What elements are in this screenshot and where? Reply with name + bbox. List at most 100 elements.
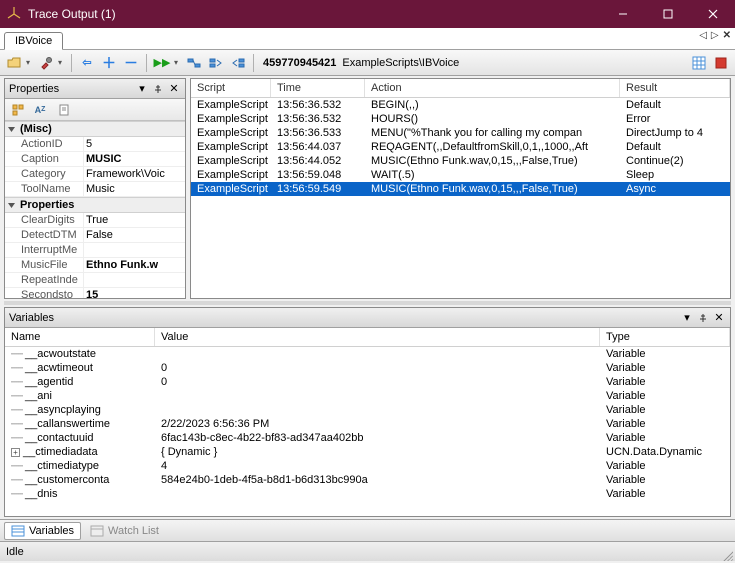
variable-row[interactable]: ⋯⋯__customerconta584e24b0-1deb-4f5a-b8d1… [5, 473, 730, 487]
properties-panel: Properties ▾ ✕ AZ (Misc)ActionID5Caption… [4, 78, 186, 299]
variables-header-row: Name Value Type [5, 328, 730, 347]
col-var-name[interactable]: Name [5, 328, 155, 346]
tab-label: IBVoice [15, 35, 52, 47]
tab-variables-label: Variables [29, 525, 74, 537]
col-time[interactable]: Time [271, 79, 365, 97]
trace-row[interactable]: ExampleScript13:56:44.037REQAGENT(,,Defa… [191, 140, 730, 154]
trace-rows[interactable]: ExampleScript13:56:36.532BEGIN(,,)Defaul… [191, 98, 730, 298]
trace-id: 459770945421 [263, 57, 336, 69]
variable-row[interactable]: ⋯⋯__dnisVariable [5, 487, 730, 501]
trace-path: ExampleScripts\IBVoice [342, 57, 459, 69]
main-row: Properties ▾ ✕ AZ (Misc)ActionID5Caption… [0, 76, 735, 301]
step-over-button[interactable] [184, 53, 204, 73]
alpha-sort-button[interactable]: AZ [30, 100, 50, 120]
pin-icon[interactable] [151, 82, 165, 96]
trace-row[interactable]: ExampleScript13:56:36.532HOURS()Error [191, 112, 730, 126]
add-button[interactable]: ＋ [99, 53, 119, 73]
col-var-value[interactable]: Value [155, 328, 600, 346]
col-action[interactable]: Action [365, 79, 620, 97]
bottom-tabstrip: Variables Watch List [0, 519, 735, 541]
app-icon [6, 6, 22, 22]
panel-menu-icon[interactable]: ▾ [680, 311, 694, 325]
open-button[interactable] [4, 53, 24, 73]
variables-panel: Variables ▾ ✕ Name Value Type ⋯⋯__acwout… [4, 307, 731, 517]
maximize-button[interactable] [645, 0, 690, 28]
prop-row[interactable]: InterruptMe [5, 243, 185, 258]
minimize-button[interactable] [600, 0, 645, 28]
stop-button[interactable] [711, 53, 731, 73]
prop-row[interactable]: Secondsto15 [5, 288, 185, 298]
trace-header-row: Script Time Action Result [191, 79, 730, 98]
panel-close-icon[interactable]: ✕ [712, 311, 726, 325]
step-out-button[interactable] [228, 53, 248, 73]
variables-header: Variables ▾ ✕ [5, 308, 730, 328]
tools-dropdown-icon[interactable]: ▾ [58, 58, 66, 67]
main-toolbar: ▾ ▾ ⇦ ＋ － ▶▶▾ 459770945421 ExampleScript… [0, 50, 735, 76]
col-var-type[interactable]: Type [600, 328, 730, 346]
titlebar: Trace Output (1) [0, 0, 735, 28]
prop-row[interactable]: CategoryFramework\Voic [5, 167, 185, 182]
horizontal-splitter[interactable] [4, 301, 731, 305]
prop-row[interactable]: ActionID5 [5, 137, 185, 152]
open-dropdown-icon[interactable]: ▾ [26, 58, 34, 67]
run-button[interactable]: ▶▶ [152, 53, 172, 73]
tab-scroll-left-icon[interactable]: ◁ [699, 30, 707, 41]
prop-row[interactable]: DetectDTMFalse [5, 228, 185, 243]
prop-category[interactable]: (Misc) [5, 121, 185, 137]
prop-row[interactable]: ToolNameMusic [5, 182, 185, 197]
prop-row[interactable]: RepeatInde [5, 273, 185, 288]
trace-row[interactable]: ExampleScript13:56:44.052MUSIC(Ethno Fun… [191, 154, 730, 168]
watch-icon [90, 525, 104, 537]
variables-rows[interactable]: ⋯⋯__acwoutstateVariable⋯⋯__acwtimeout0Va… [5, 347, 730, 516]
properties-title: Properties [9, 83, 133, 95]
panel-close-icon[interactable]: ✕ [167, 82, 181, 96]
categorize-button[interactable] [8, 100, 28, 120]
window-title: Trace Output (1) [28, 7, 600, 21]
variables-icon [11, 525, 25, 537]
col-script[interactable]: Script [191, 79, 271, 97]
prop-row[interactable]: ClearDigitsTrue [5, 213, 185, 228]
back-button[interactable]: ⇦ [77, 53, 97, 73]
resize-grip[interactable] [721, 549, 733, 561]
close-button[interactable] [690, 0, 735, 28]
tab-watch-list[interactable]: Watch List [83, 522, 166, 540]
prop-row[interactable]: CaptionMUSIC [5, 152, 185, 167]
tab-watch-label: Watch List [108, 525, 159, 537]
grid-view-button[interactable] [689, 53, 709, 73]
variable-row[interactable]: ⋯⋯__acwoutstateVariable [5, 347, 730, 361]
col-result[interactable]: Result [620, 79, 730, 97]
variables-title: Variables [9, 312, 678, 324]
variable-row[interactable]: ⋯⋯__ctimediatype4Variable [5, 459, 730, 473]
statusbar: Idle [0, 541, 735, 561]
status-text: Idle [6, 546, 24, 558]
property-grid[interactable]: (Misc)ActionID5CaptionMUSICCategoryFrame… [5, 121, 185, 298]
variable-row[interactable]: ⋯⋯__contactuuid6fac143b-c8ec-4b22-bf83-a… [5, 431, 730, 445]
variable-row[interactable]: +__ctimediadata{ Dynamic }UCN.Data.Dynam… [5, 445, 730, 459]
trace-row[interactable]: ExampleScript13:56:36.532BEGIN(,,)Defaul… [191, 98, 730, 112]
pin-icon[interactable] [696, 311, 710, 325]
prop-row[interactable]: MusicFileEthno Funk.w [5, 258, 185, 273]
variable-row[interactable]: ⋯⋯__agentid0Variable [5, 375, 730, 389]
variable-row[interactable]: ⋯⋯__aniVariable [5, 389, 730, 403]
tab-close-icon[interactable]: ✕ [723, 30, 731, 41]
tools-button[interactable] [36, 53, 56, 73]
step-into-button[interactable] [206, 53, 226, 73]
remove-button[interactable]: － [121, 53, 141, 73]
tab-scroll-right-icon[interactable]: ▷ [711, 30, 719, 41]
prop-pages-button[interactable] [54, 100, 74, 120]
propgrid-toolbar: AZ [5, 99, 185, 121]
prop-category[interactable]: Properties [5, 197, 185, 213]
panel-menu-icon[interactable]: ▾ [135, 82, 149, 96]
document-tabstrip: IBVoice ◁ ▷ ✕ [0, 28, 735, 50]
variable-row[interactable]: ⋯⋯__callanswertime2/22/2023 6:56:36 PMVa… [5, 417, 730, 431]
trace-panel: Script Time Action Result ExampleScript1… [190, 78, 731, 299]
tab-variables[interactable]: Variables [4, 522, 81, 540]
properties-header: Properties ▾ ✕ [5, 79, 185, 99]
run-dropdown-icon[interactable]: ▾ [174, 58, 182, 67]
variable-row[interactable]: ⋯⋯__acwtimeout0Variable [5, 361, 730, 375]
trace-row[interactable]: ExampleScript13:56:59.048WAIT(.5)Sleep [191, 168, 730, 182]
trace-row[interactable]: ExampleScript13:56:36.533MENU("%Thank yo… [191, 126, 730, 140]
variable-row[interactable]: ⋯⋯__asyncplayingVariable [5, 403, 730, 417]
tab-ibvoice[interactable]: IBVoice [4, 32, 63, 50]
trace-row[interactable]: ExampleScript13:56:59.549MUSIC(Ethno Fun… [191, 182, 730, 196]
